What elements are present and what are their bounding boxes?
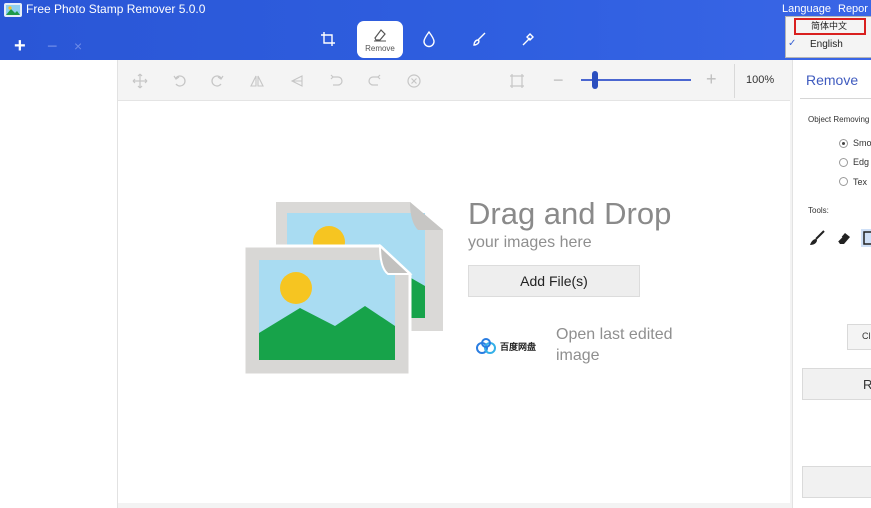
radio-texture[interactable]: [839, 177, 848, 186]
eraser-icon: [374, 28, 386, 41]
tools-label: Tools:: [808, 206, 829, 215]
drop-zone[interactable]: [118, 101, 790, 503]
wand-icon[interactable]: [506, 21, 550, 57]
panel-divider: [800, 98, 871, 99]
run-remove-button[interactable]: R: [802, 368, 871, 400]
tab-remove-label: Remove: [365, 43, 395, 53]
cancel-icon[interactable]: [405, 72, 423, 90]
language-option-english[interactable]: English: [810, 39, 843, 50]
drop-icon[interactable]: [407, 21, 451, 57]
open-last-edited-link[interactable]: Open last edited image: [556, 324, 696, 366]
radio-texture-label: Tex: [853, 177, 868, 187]
zoom-in-button[interactable]: +: [706, 69, 717, 90]
zoom-slider-thumb[interactable]: [592, 71, 598, 89]
drag-drop-title: Drag and Drop: [468, 196, 672, 231]
eraser-tool-icon[interactable]: [835, 229, 853, 247]
new-tab-plus-icon[interactable]: +: [14, 36, 26, 56]
flip-vertical-icon[interactable]: [288, 72, 306, 90]
brush-icon[interactable]: [457, 21, 501, 57]
rotate-right-icon[interactable]: [208, 72, 226, 90]
tab-remove[interactable]: Remove: [357, 21, 403, 58]
add-files-button[interactable]: Add File(s): [468, 265, 640, 297]
object-removing-label: Object Removing: [808, 115, 870, 124]
radio-smooth[interactable]: [839, 139, 848, 148]
menu-language[interactable]: Language: [782, 3, 831, 15]
save-button[interactable]: [802, 466, 871, 498]
app-logo-icon: [4, 3, 22, 17]
flip-horizontal-icon[interactable]: [248, 72, 266, 90]
app-title: Free Photo Stamp Remover 5.0.0: [26, 2, 206, 16]
radio-edge[interactable]: [839, 158, 848, 167]
remove-settings-panel: [792, 60, 871, 508]
zoom-level: 100%: [746, 74, 775, 86]
panel-title: Remove: [806, 72, 859, 88]
tab-close-icon[interactable]: ×: [74, 38, 82, 54]
rotate-left-icon[interactable]: [171, 72, 189, 90]
tab-minus-icon[interactable]: −: [47, 37, 58, 55]
toolbar-divider: [734, 64, 735, 98]
clear-button[interactable]: Cl: [847, 324, 871, 350]
radio-edge-label: Edg: [853, 157, 870, 167]
zoom-out-button[interactable]: −: [553, 70, 564, 91]
crop-frame-icon[interactable]: [508, 72, 526, 90]
menu-report[interactable]: Repor: [838, 3, 868, 15]
rect-select-tool-icon[interactable]: [861, 229, 871, 247]
language-option-chinese[interactable]: 简体中文: [794, 18, 866, 35]
watermark-text: 百度网盘: [500, 342, 537, 352]
check-icon: ✓: [788, 38, 797, 49]
redo-icon[interactable]: [366, 72, 384, 90]
undo-icon[interactable]: [327, 72, 345, 90]
brush-tool-icon[interactable]: [808, 229, 826, 247]
radio-smooth-label: Smo: [853, 138, 871, 148]
crop-icon[interactable]: [306, 21, 350, 57]
move-icon[interactable]: [131, 72, 149, 90]
image-placeholder-icon: [242, 202, 443, 377]
drag-drop-subtitle: your images here: [468, 234, 592, 251]
image-list-panel[interactable]: [0, 60, 118, 508]
